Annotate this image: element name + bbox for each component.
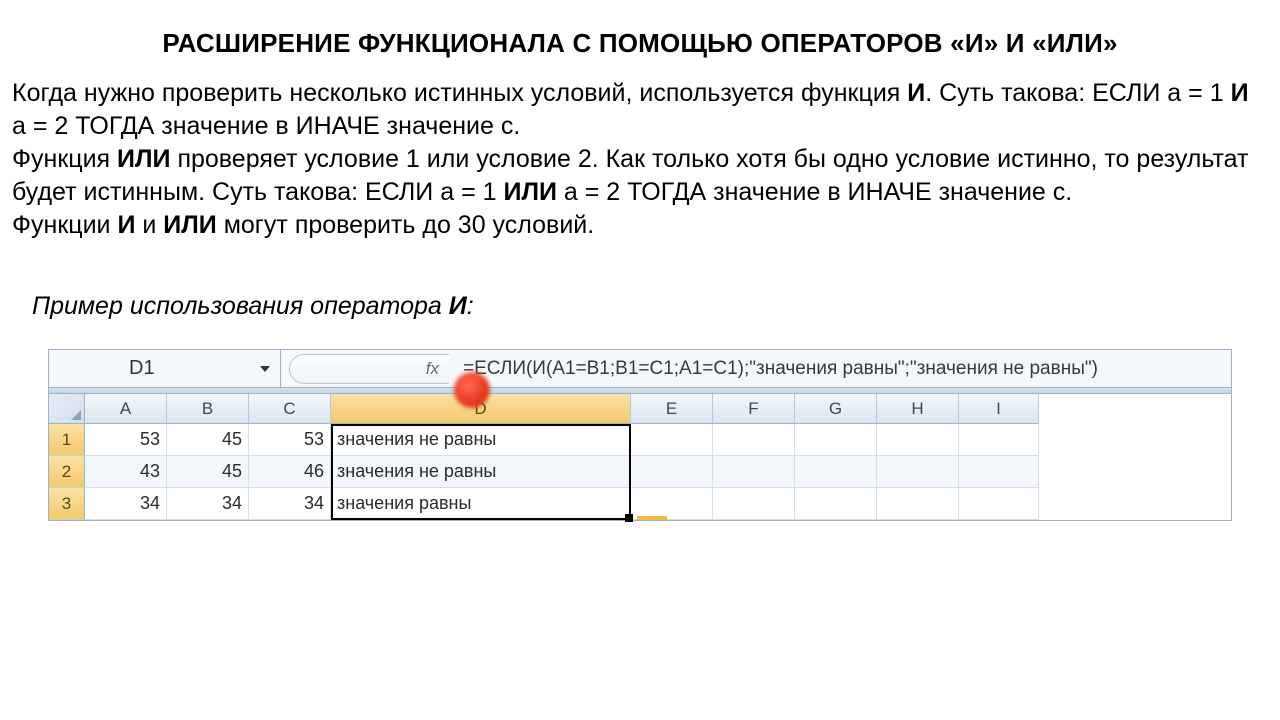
cell-F3[interactable] bbox=[713, 488, 795, 520]
body-t8: и bbox=[135, 211, 163, 239]
cell-B3[interactable]: 34 bbox=[167, 488, 249, 520]
select-all-corner[interactable] bbox=[49, 394, 85, 424]
col-header-A[interactable]: A bbox=[85, 394, 167, 424]
body-t7: Функции bbox=[12, 211, 117, 239]
formula-bar: D1 fx =ЕСЛИ(И(A1=B1;B1=C1;A1=C1);"значен… bbox=[49, 350, 1231, 388]
cell-I3[interactable] bbox=[959, 488, 1039, 520]
cell-D2[interactable]: значения не равны bbox=[331, 456, 631, 488]
body-t4: Функция bbox=[12, 145, 117, 173]
body-t6: а = 2 ТОГДА значение в ИНАЧЕ значение с. bbox=[557, 178, 1072, 206]
cell-G2[interactable] bbox=[795, 456, 877, 488]
col-header-I[interactable]: I bbox=[959, 394, 1039, 424]
cell-E1[interactable] bbox=[631, 424, 713, 456]
name-box[interactable]: D1 bbox=[49, 350, 281, 387]
insert-function-button[interactable]: fx bbox=[289, 354, 449, 384]
cell-C2[interactable]: 46 bbox=[249, 456, 331, 488]
col-header-C[interactable]: C bbox=[249, 394, 331, 424]
cell-H2[interactable] bbox=[877, 456, 959, 488]
cell-G3[interactable] bbox=[795, 488, 877, 520]
formula-input[interactable]: =ЕСЛИ(И(A1=B1;B1=C1;A1=C1);"значения рав… bbox=[463, 358, 1098, 380]
cell-A2[interactable]: 43 bbox=[85, 456, 167, 488]
cell-E3[interactable] bbox=[631, 488, 713, 520]
example-caption-post: : bbox=[467, 292, 474, 320]
slide-body: Когда нужно проверить несколько истинных… bbox=[10, 77, 1270, 242]
col-header-B[interactable]: B bbox=[167, 394, 249, 424]
row-header-3[interactable]: 3 bbox=[49, 488, 85, 520]
fx-icon: fx bbox=[426, 359, 439, 379]
excel-screenshot: D1 fx =ЕСЛИ(И(A1=B1;B1=C1;A1=C1);"значен… bbox=[48, 349, 1232, 521]
row-header-2[interactable]: 2 bbox=[49, 456, 85, 488]
body-t9: могут проверить до 30 условий. bbox=[217, 211, 594, 239]
col-header-D[interactable]: D bbox=[331, 394, 631, 424]
slide-title: РАСШИРЕНИЕ ФУНКЦИОНАЛА С ПОМОЩЬЮ ОПЕРАТО… bbox=[10, 28, 1270, 59]
cell-A1[interactable]: 53 bbox=[85, 424, 167, 456]
cell-C1[interactable]: 53 bbox=[249, 424, 331, 456]
cell-I1[interactable] bbox=[959, 424, 1039, 456]
cell-H3[interactable] bbox=[877, 488, 959, 520]
col-header-G[interactable]: G bbox=[795, 394, 877, 424]
cell-F1[interactable] bbox=[713, 424, 795, 456]
body-b2: И bbox=[1231, 79, 1249, 107]
cell-I2[interactable] bbox=[959, 456, 1039, 488]
example-caption-pre: Пример использования оператора bbox=[32, 292, 449, 320]
col-header-H[interactable]: H bbox=[877, 394, 959, 424]
cell-C3[interactable]: 34 bbox=[249, 488, 331, 520]
cell-F2[interactable] bbox=[713, 456, 795, 488]
cell-D3[interactable]: значения равны bbox=[331, 488, 631, 520]
cell-B2[interactable]: 45 bbox=[167, 456, 249, 488]
example-caption-bold: И bbox=[449, 292, 467, 320]
cell-G1[interactable] bbox=[795, 424, 877, 456]
row-header-1[interactable]: 1 bbox=[49, 424, 85, 456]
body-b1: И bbox=[907, 79, 925, 107]
body-b5: И bbox=[117, 211, 135, 239]
spreadsheet-grid[interactable]: A B C D E F G H I 1 53 45 53 значения не… bbox=[49, 394, 1231, 520]
body-t1: Когда нужно проверить несколько истинных… bbox=[12, 79, 907, 107]
body-t3: а = 2 ТОГДА значение в ИНАЧЕ значение с. bbox=[12, 112, 520, 140]
body-t2: . Суть такова: ЕСЛИ а = 1 bbox=[925, 79, 1230, 107]
example-caption: Пример использования оператора И: bbox=[32, 292, 1270, 321]
body-b6: ИЛИ bbox=[163, 211, 216, 239]
col-header-F[interactable]: F bbox=[713, 394, 795, 424]
col-header-E[interactable]: E bbox=[631, 394, 713, 424]
cell-B1[interactable]: 45 bbox=[167, 424, 249, 456]
body-b4: ИЛИ bbox=[503, 178, 556, 206]
cell-E2[interactable] bbox=[631, 456, 713, 488]
name-box-value: D1 bbox=[129, 357, 155, 380]
body-b3: ИЛИ bbox=[117, 145, 170, 173]
chevron-down-icon bbox=[260, 366, 270, 372]
cell-H1[interactable] bbox=[877, 424, 959, 456]
cell-A3[interactable]: 34 bbox=[85, 488, 167, 520]
cell-D1[interactable]: значения не равны bbox=[331, 424, 631, 456]
